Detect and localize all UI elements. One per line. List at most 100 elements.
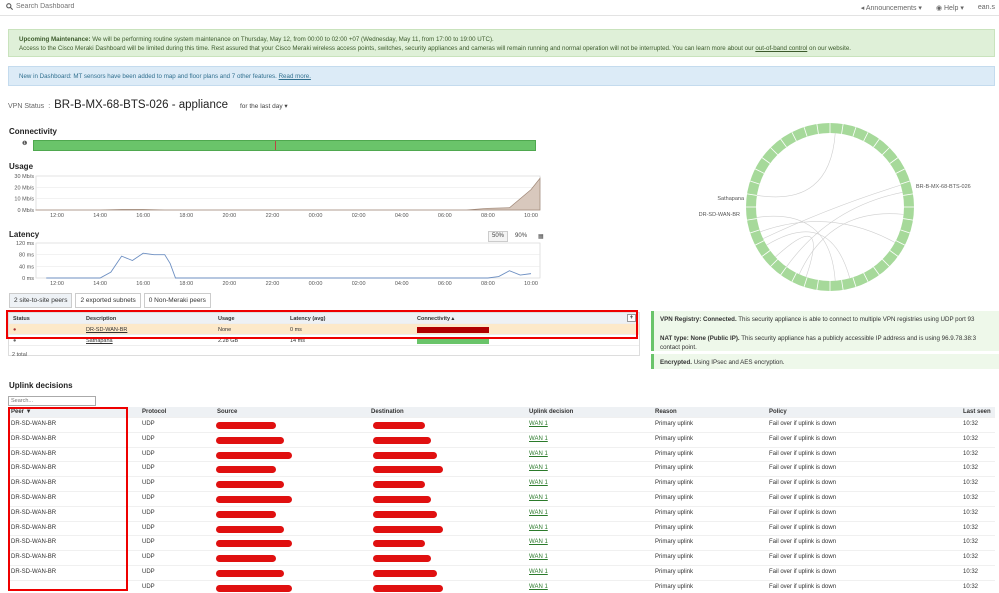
last-seen: 10:32 xyxy=(963,465,979,472)
y-tick-label: 0 Mb/s xyxy=(17,208,34,214)
reason: Primary uplink xyxy=(655,539,694,546)
ring-segment-divider xyxy=(749,229,760,234)
redacted-source xyxy=(216,525,284,533)
x-tick-label: 12:00 xyxy=(50,281,64,287)
table-row[interactable]: DR-SD-WAN-BR UDP WAN 1 Primary uplink Fail o… xyxy=(8,536,995,552)
connectivity-info-icon[interactable]: ❶ xyxy=(22,140,27,147)
protocol: UDP xyxy=(142,421,155,427)
tab-exported-subnets[interactable]: 2 exported subnets xyxy=(75,293,141,308)
table-row[interactable]: DR-SD-WAN-BR UDP WAN 1 Primary uplink Fail o… xyxy=(8,433,995,448)
diagram-chord xyxy=(756,133,836,198)
policy: Fail over if uplink is down xyxy=(769,465,837,472)
uplink-search-input[interactable] xyxy=(8,396,96,406)
tab-non-meraki-peers[interactable]: 0 Non-Meraki peers xyxy=(143,293,211,308)
table-row[interactable]: DR-SD-WAN-BR UDP WAN 1 Primary uplink Fail o… xyxy=(8,522,995,537)
new-features-banner: New in Dashboard: MT sensors have been a… xyxy=(8,66,995,86)
table-row[interactable]: DR-SD-WAN-BR UDP WAN 1 Primary uplink Fail o… xyxy=(8,492,995,507)
tab-site-to-site-peers[interactable]: 2 site-to-site peers xyxy=(9,293,73,308)
uplink-link[interactable]: WAN 1 xyxy=(529,421,548,427)
x-tick-label: 14:00 xyxy=(93,213,107,219)
diagram-chord xyxy=(766,231,851,279)
maintenance-line2: Access to the Cisco Meraki Dashboard wil… xyxy=(19,45,754,52)
table-row[interactable]: DR-SD-WAN-BR UDP WAN 1 Primary uplink Fail o… xyxy=(8,507,995,522)
col-reason[interactable]: Reason xyxy=(655,409,677,415)
col-protocol[interactable]: Protocol xyxy=(142,409,166,415)
uplink-link-cell: WAN 1 xyxy=(529,495,548,501)
announcements-menu[interactable]: ◂ Announcements ▾ xyxy=(861,4,922,12)
table-row[interactable]: DR-SD-WAN-BR UDP WAN 1 Primary uplink Fail o… xyxy=(8,462,995,478)
peer-total: 2 total xyxy=(12,352,27,358)
y-tick-label: 20 Mb/s xyxy=(14,185,34,191)
last-seen: 10:32 xyxy=(963,480,979,487)
x-tick-label: 22:00 xyxy=(266,213,280,219)
redacted-source xyxy=(216,540,292,548)
ring-segment-divider xyxy=(754,168,765,174)
uplink-link[interactable]: WAN 1 xyxy=(529,465,548,471)
redacted-destination xyxy=(373,451,437,459)
table-row[interactable]: DR-SD-WAN-BR UDP WAN 1 Primary uplink Fail o… xyxy=(8,418,995,433)
table-row[interactable]: DR-SD-WAN-BR UDP WAN 1 Primary uplink Fail o… xyxy=(8,448,995,463)
enc-title: Encrypted. xyxy=(660,359,692,366)
col-source[interactable]: Source xyxy=(217,409,237,415)
col-destination[interactable]: Destination xyxy=(371,409,404,415)
dashboard-search-input[interactable] xyxy=(16,3,136,10)
maintenance-banner: Upcoming Maintenance: We will be perform… xyxy=(8,29,995,57)
last-seen: 10:32 xyxy=(963,435,979,442)
usage-area xyxy=(35,177,541,211)
uplink-link[interactable]: WAN 1 xyxy=(529,539,548,545)
col-policy[interactable]: Policy xyxy=(769,409,787,415)
uplink-link[interactable]: WAN 1 xyxy=(529,451,548,457)
percentile-90-button[interactable]: 90% xyxy=(511,231,532,242)
diagram-ring xyxy=(746,123,914,291)
table-row[interactable]: DR-SD-WAN-BR UDP WAN 1 Primary uplink Fail o… xyxy=(8,477,995,492)
y-tick-label: 30 Mb/s xyxy=(14,174,34,180)
redacted-source xyxy=(216,481,284,489)
redacted-source xyxy=(216,569,284,577)
uplink-link[interactable]: WAN 1 xyxy=(529,436,548,442)
uplink-link[interactable]: WAN 1 xyxy=(529,525,548,531)
percentile-50-button[interactable]: 50% xyxy=(488,231,509,242)
uplink-link-cell: WAN 1 xyxy=(529,539,548,545)
ring-segment-divider xyxy=(746,218,757,221)
user-menu[interactable]: ean.s xyxy=(978,4,995,12)
redacted-source xyxy=(216,466,276,474)
uplink-link[interactable]: WAN 1 xyxy=(529,569,548,575)
read-more-link[interactable]: Read more. xyxy=(279,73,311,80)
redacted-destination xyxy=(373,540,425,548)
dashboard-search[interactable] xyxy=(6,3,136,10)
ring-segment-divider xyxy=(770,259,778,267)
x-tick-label: 16:00 xyxy=(136,213,150,219)
uplink-link[interactable]: WAN 1 xyxy=(529,584,548,590)
redacted-destination xyxy=(373,510,437,518)
uplink-link-cell: WAN 1 xyxy=(529,525,548,531)
ring-segment-divider xyxy=(873,138,880,148)
uplink-link[interactable]: WAN 1 xyxy=(529,510,548,516)
uplink-link[interactable]: WAN 1 xyxy=(529,480,548,486)
uplink-link[interactable]: WAN 1 xyxy=(529,495,548,501)
table-row[interactable]: DR-SD-WAN-BR UDP WAN 1 Primary uplink Fail o… xyxy=(8,551,995,566)
ring-segment-divider xyxy=(852,126,857,137)
latency-title: Latency xyxy=(9,230,40,239)
col-last-seen[interactable]: Last seen xyxy=(963,409,991,415)
table-row[interactable]: DR-SD-WAN-BR UDP WAN 1 Primary uplink Fail o… xyxy=(8,566,995,581)
col-uplink-decision[interactable]: Uplink decision xyxy=(529,409,573,415)
table-row[interactable]: UDP WAN 1 Primary uplink Fail over if uplin… xyxy=(8,581,995,593)
x-tick-label: 22:00 xyxy=(266,281,280,287)
registry-text: This security appliance is able to conne… xyxy=(738,316,975,323)
out-of-band-link[interactable]: out-of-band control xyxy=(755,45,807,52)
x-tick-label: 16:00 xyxy=(136,281,150,287)
last-seen: 10:32 xyxy=(963,554,979,561)
uplink-link[interactable]: WAN 1 xyxy=(529,554,548,560)
x-tick-label: 06:00 xyxy=(438,213,452,219)
ring-segment-divider xyxy=(863,272,869,283)
timeframe-dropdown[interactable]: for the last day ▾ xyxy=(240,102,288,110)
help-menu[interactable]: ◉ Help ▾ xyxy=(936,4,964,12)
maintenance-line1: We will be performing routine system mai… xyxy=(92,36,494,43)
ring-segment-divider xyxy=(852,277,857,288)
table-view-icon[interactable]: ▦ xyxy=(534,231,548,242)
reason: Primary uplink xyxy=(655,524,694,531)
ring-segment-divider xyxy=(882,147,890,155)
redacted-destination xyxy=(373,569,437,577)
redacted-source xyxy=(216,495,292,503)
redacted-source xyxy=(216,584,292,592)
